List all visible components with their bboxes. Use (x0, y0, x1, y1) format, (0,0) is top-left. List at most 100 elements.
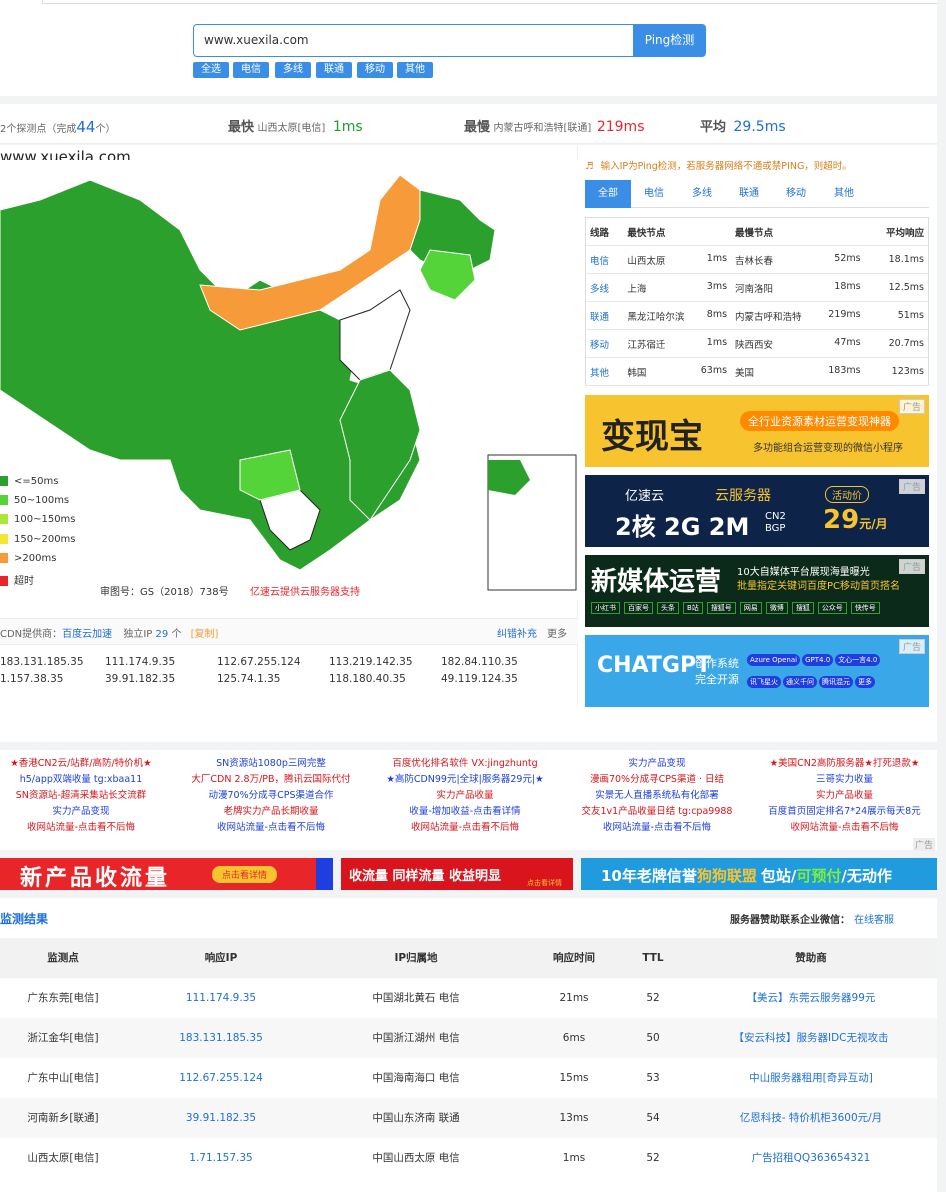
ad4-chip: 讯飞星火 (747, 676, 781, 688)
response-ip[interactable]: 183.131.185.35 (126, 1018, 316, 1058)
filter-other[interactable]: 其他 (397, 62, 433, 78)
response-ip[interactable]: 112.67.255.124 (126, 1058, 316, 1098)
text-ad-column[interactable]: 百度优化排名软件 VX:jingzhuntg ★高防CDN99元|全球|服务器2… (372, 756, 558, 836)
fix-link[interactable]: 纠错补充 (497, 625, 537, 640)
text-ad-column[interactable]: SN资源站1080p三网完整 大厂CDN 2.8万/PB，腾讯云国际代付 动漫7… (176, 756, 366, 836)
text-ad[interactable]: 百度首页固定排名7*24展示每天8元 (752, 804, 937, 820)
text-ad[interactable]: 大厂CDN 2.8万/PB，腾讯云国际代付 (176, 772, 366, 788)
response-time: 15ms (559, 1072, 589, 1084)
ad4-line1: 创作系统 (695, 657, 739, 670)
text-ad[interactable]: 三哥实力收量 (752, 772, 937, 788)
text-ad[interactable]: ★高防CDN99元|全球|服务器29元|★ (372, 772, 558, 788)
text-ad[interactable]: 收网站流量-点击看不后悔 (566, 820, 748, 836)
text-ad[interactable]: 百度优化排名软件 VX:jingzhuntg (372, 756, 558, 772)
text-ad[interactable]: 实景无人直播系统私有化部署 (566, 788, 748, 804)
sponsor-link[interactable]: 【美云】东莞云服务器99元 (686, 978, 936, 1018)
online-service-link[interactable]: 在线客服 (854, 915, 894, 926)
ip-location: 中国山西太原 电信 (372, 1152, 460, 1164)
text-ad[interactable]: 实力产品变现 (566, 756, 748, 772)
legend-swatch (0, 534, 8, 544)
text-ad[interactable]: 收网站流量-点击看不后悔 (0, 820, 162, 836)
text-ad[interactable]: ★美国CN2高防服务器★打死退款★ (752, 756, 937, 772)
text-ad[interactable]: ★香港CN2云/站群/高防/特价机★ (0, 756, 162, 772)
filter-mobile[interactable]: 移动 (357, 62, 393, 78)
fast-name: 山西太原 (627, 255, 666, 267)
ping-button[interactable]: Ping检测 (633, 24, 706, 57)
banner-gougou[interactable]: 10年老牌信誉狗狗联盟 包站/可预付/无动作 (581, 858, 937, 890)
tab-multiline[interactable]: 多线 (679, 180, 725, 208)
text-ad[interactable]: 动漫70%分成寻CPS渠道合作 (176, 788, 366, 804)
fast-ms: 1ms (706, 252, 728, 264)
line-name[interactable]: 移动 (585, 329, 624, 358)
line-name[interactable]: 联通 (585, 301, 624, 330)
ip-item: 112.67.255.124 (217, 656, 301, 668)
ad-label: 广告 (898, 479, 925, 494)
tab-telecom[interactable]: 电信 (631, 180, 677, 208)
slow-ms: 47ms (834, 336, 861, 348)
avg-value: 29.5ms (733, 119, 786, 135)
text-ad[interactable]: SN资源站1080p三网完整 (176, 756, 366, 772)
response-ip[interactable]: 1.71.157.35 (126, 1138, 316, 1178)
slowest-node: 陕西西安 47ms (731, 329, 865, 358)
domain-input[interactable]: www.xuexila.com (193, 24, 634, 57)
fast-ms: 3ms (706, 280, 728, 292)
slow-name: 陕西西安 (735, 339, 774, 351)
banner1-text: 新产品收流量 (20, 866, 171, 890)
tab-unicom[interactable]: 联通 (726, 180, 772, 208)
response-ip[interactable]: 39.91.182.35 (126, 1098, 316, 1138)
map-provider-link[interactable]: 亿速云提供云服务器支持 (250, 583, 360, 598)
text-ad[interactable]: 实力产品收量 (372, 788, 558, 804)
filter-multiline[interactable]: 多线 (275, 62, 311, 78)
copy-ip-button[interactable]: [复制] (191, 629, 219, 640)
legend-item: 150~200ms (0, 534, 76, 548)
cdn-provider-link[interactable]: 百度云加速 (62, 629, 112, 640)
line-name[interactable]: 电信 (585, 245, 624, 274)
china-ping-map[interactable] (0, 160, 578, 600)
text-ad[interactable]: 收网站流量-点击看不后悔 (372, 820, 558, 836)
text-ad-column[interactable]: ★美国CN2高防服务器★打死退款★ 三哥实力收量 实力产品收量 百度首页固定排名… (752, 756, 937, 836)
more-link[interactable]: 更多 (547, 625, 567, 640)
text-ad[interactable]: 收量-增加收益-点击看详情 (372, 804, 558, 820)
ad2-price-value: 29 (823, 505, 860, 535)
col-sponsor: 赞助商 (795, 952, 827, 964)
line-name[interactable]: 多线 (585, 273, 624, 302)
tab-all[interactable]: 全部 (585, 180, 631, 208)
ad-new-media[interactable]: 新媒体运营 10大自媒体平台展现海量曝光 批量指定关键词百度PC移动首页搭名 小… (585, 555, 929, 627)
ad-chatgpt[interactable]: CHATGPT 创作系统 完全开源 Azure Openai GPT4.0 文心一言… (585, 635, 929, 707)
ad3-chip: 快传号 (850, 602, 880, 614)
banner-new-product[interactable]: 新产品收流量 点击看详情 (0, 858, 333, 890)
text-ad-column[interactable]: 实力产品变现 漫画70%分成寻CPS渠道 · 日结 实景无人直播系统私有化部署 … (566, 756, 748, 836)
text-ad[interactable]: 收网站流量-点击看不后悔 (752, 820, 937, 836)
ad-bianxianbao[interactable]: 变现宝 全行业资源素材运营变现神器 多功能组合运营变现的微信小程序 广告 (585, 395, 929, 467)
ad-yisuyun[interactable]: 亿速云 云服务器 活动价 2核 2G 2M CN2 BGP 29元/月 广告 (585, 475, 929, 547)
banner3-b: 可预付 (796, 867, 842, 885)
sponsor-link[interactable]: 广告招租QQ363654321 (686, 1138, 936, 1178)
sponsor-link[interactable]: 【安云科技】服务器IDC无视攻击 (686, 1018, 936, 1058)
text-ad[interactable]: 漫画70%分成寻CPS渠道 · 日结 (566, 772, 748, 788)
filter-all[interactable]: 全选 (193, 62, 229, 78)
ad4-chip: 更多 (855, 676, 875, 688)
response-time: 6ms (562, 1032, 586, 1044)
filter-unicom[interactable]: 联通 (316, 62, 352, 78)
text-ad[interactable]: 收网站流量-点击看不后悔 (176, 820, 366, 836)
text-ad-column[interactable]: ★香港CN2云/站群/高防/特价机★ h5/app双端收量 tg:xbaa11 … (0, 756, 162, 836)
sponsor-link[interactable]: 中山服务器租用[奇异互动] (686, 1058, 936, 1098)
text-ad[interactable]: 老牌实力产品长期收量 (176, 804, 366, 820)
sponsor-link[interactable]: 亿恩科技- 特价机柜3600元/月 (686, 1098, 936, 1138)
tab-mobile[interactable]: 移动 (773, 180, 819, 208)
text-ad[interactable]: SN资源站-超清采集站长交流群 (0, 788, 162, 804)
filter-telecom[interactable]: 电信 (233, 62, 269, 78)
ip-count: 29 (155, 629, 169, 640)
banner-traffic[interactable]: 收流量 同样流量 收益明显 点击看详情 (341, 858, 573, 890)
text-ad[interactable]: h5/app双端收量 tg:xbaa11 (0, 772, 162, 788)
response-ip[interactable]: 111.174.9.35 (126, 978, 316, 1018)
text-ad[interactable]: 实力产品变现 (0, 804, 162, 820)
text-ad[interactable]: 交友1v1产品收量日结 tg:cpa9988 (566, 804, 748, 820)
banner2-text: 收流量 同样流量 收益明显 (349, 869, 502, 884)
tab-other[interactable]: 其他 (821, 180, 867, 208)
banner3-c: /无动作 (841, 867, 892, 885)
legend-item: 50~100ms (0, 495, 69, 509)
line-name[interactable]: 其他 (585, 357, 624, 386)
text-ad[interactable]: 实力产品收量 (752, 788, 937, 804)
col-slowest: 最慢节点 (731, 217, 865, 246)
